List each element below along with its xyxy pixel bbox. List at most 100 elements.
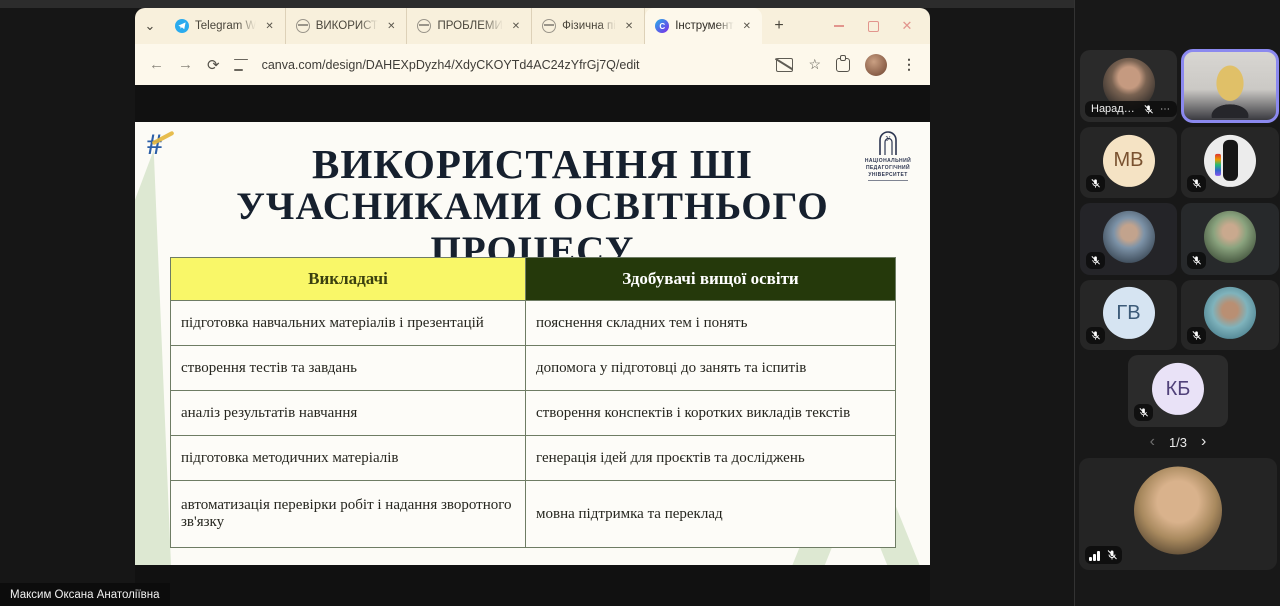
avatar-initials: МВ xyxy=(1103,134,1155,186)
mic-off-icon xyxy=(1106,549,1118,561)
tab-problemy[interactable]: ПРОБЛЕМИ ✕ xyxy=(407,8,532,44)
close-window-button[interactable]: ✕ xyxy=(900,19,914,33)
tab-label: Фізична пі xyxy=(562,20,616,32)
prev-page-icon[interactable]: ‹ xyxy=(1150,433,1155,451)
extensions-icon[interactable] xyxy=(836,58,850,72)
participants-pagination: ‹ 1/3 › xyxy=(1075,430,1280,454)
close-icon[interactable]: ✕ xyxy=(622,19,636,34)
avatar-initials: ГВ xyxy=(1103,287,1155,339)
participant-tile[interactable] xyxy=(1181,127,1279,198)
toolbar-right-icons: ☆ ⋮ xyxy=(776,54,916,76)
browser-window: ⌄ Telegram W ✕ ВИКОРИСТ ✕ ПРОБЛЕМИ ✕ xyxy=(135,8,930,606)
ai-usage-table: Викладачі Здобувачі вищої освіти підгото… xyxy=(170,257,896,548)
tab-telegram[interactable]: Telegram W ✕ xyxy=(165,8,286,44)
participants-panel: Нарадь... ⋯ МВ xyxy=(1074,0,1280,606)
table-row: створення тестів та завдань допомога у п… xyxy=(171,346,896,391)
tab-fizychna[interactable]: Фізична пі ✕ xyxy=(532,8,645,44)
chevron-down-icon: ⌄ xyxy=(145,18,156,34)
mute-indicator xyxy=(1086,175,1105,192)
participant-menu-icon[interactable]: ⋯ xyxy=(1160,104,1171,115)
close-icon[interactable]: ✕ xyxy=(509,19,523,34)
presenter-name: Максим Оксана Анатоліївна xyxy=(10,589,160,601)
close-icon[interactable]: ✕ xyxy=(384,19,398,34)
table-header-students: Здобувачі вищої освіти xyxy=(526,258,896,301)
browser-tab-strip: ⌄ Telegram W ✕ ВИКОРИСТ ✕ ПРОБЛЕМИ ✕ xyxy=(135,8,930,44)
table-cell: створення тестів та завдань xyxy=(171,346,526,391)
table-row: підготовка методичних матеріалів генерац… xyxy=(171,436,896,481)
meeting-screen: ⌄ Telegram W ✕ ВИКОРИСТ ✕ ПРОБЛЕМИ ✕ xyxy=(0,0,1280,606)
table-header-teachers: Викладачі xyxy=(171,258,526,301)
page-icon xyxy=(542,19,556,33)
participant-tile-wide[interactable] xyxy=(1079,458,1277,570)
close-icon[interactable]: ✕ xyxy=(262,19,276,34)
avatar xyxy=(1204,211,1256,263)
connection-signal-icon xyxy=(1089,550,1100,561)
tab-search-button[interactable]: ⌄ xyxy=(135,12,165,40)
maximize-button[interactable] xyxy=(866,19,880,33)
table-cell: генерація ідей для проєктів та досліджен… xyxy=(526,436,896,481)
participant-name: Нарадь... xyxy=(1091,103,1137,115)
forward-button[interactable]: → xyxy=(178,56,193,73)
bookmark-star-icon[interactable]: ☆ xyxy=(808,56,821,73)
mic-off-icon xyxy=(1090,255,1101,266)
screen-share-off-icon[interactable] xyxy=(776,58,793,72)
table-row: аналіз результатів навчання створення ко… xyxy=(171,391,896,436)
svg-text:У: У xyxy=(886,135,891,143)
site-info-icon[interactable] xyxy=(234,59,248,71)
table-row: автоматизація перевірки робіт і надання … xyxy=(171,481,896,548)
mute-indicator xyxy=(1085,546,1122,564)
canva-editor-canvas: # У НАЦІОНАЛЬНИЙ ПЕДАГОГІЧНИЙ УНІВЕРСИТЕ… xyxy=(135,85,930,606)
participant-name-pill: Нарадь... ⋯ xyxy=(1085,101,1177,117)
back-button[interactable]: ← xyxy=(149,56,164,73)
avatar-initials: КБ xyxy=(1152,363,1204,415)
canva-icon: C xyxy=(655,19,669,33)
tab-instrument-active[interactable]: C Інструмент ✕ xyxy=(645,8,762,44)
page-icon xyxy=(296,19,310,33)
participant-tile[interactable]: Нарадь... ⋯ xyxy=(1080,50,1177,122)
tab-label: ВИКОРИСТ xyxy=(316,20,378,32)
close-icon[interactable]: ✕ xyxy=(740,19,754,34)
next-page-icon[interactable]: › xyxy=(1201,433,1206,451)
reload-button[interactable]: ⟳ xyxy=(207,56,220,74)
participant-tile[interactable] xyxy=(1080,203,1177,275)
new-tab-button[interactable]: + xyxy=(766,13,792,39)
mute-indicator xyxy=(1187,327,1206,344)
mic-off-icon xyxy=(1191,178,1202,189)
mic-off-icon xyxy=(1191,330,1202,341)
shared-screen-top-strip xyxy=(0,0,1074,8)
browser-menu-icon[interactable]: ⋮ xyxy=(902,56,916,73)
page-icon xyxy=(417,19,431,33)
avatar xyxy=(1103,211,1155,263)
participant-tile[interactable]: КБ xyxy=(1128,355,1228,427)
tab-vykoryst[interactable]: ВИКОРИСТ ✕ xyxy=(286,8,408,44)
participant-tile[interactable]: ГВ xyxy=(1080,280,1177,350)
table-cell: автоматизація перевірки робіт і надання … xyxy=(171,481,526,548)
address-bar[interactable]: canva.com/design/DAHEXpDyzh4/XdyCKOYTd4A… xyxy=(262,58,763,72)
table-cell: мовна підтримка та переклад xyxy=(526,481,896,548)
speaker-video xyxy=(1207,60,1253,118)
table-cell: пояснення складних тем і понять xyxy=(526,301,896,346)
mic-off-icon xyxy=(1090,330,1101,341)
mute-indicator xyxy=(1086,327,1105,344)
avatar xyxy=(1134,466,1222,554)
presentation-slide[interactable]: # У НАЦІОНАЛЬНИЙ ПЕДАГОГІЧНИЙ УНІВЕРСИТЕ… xyxy=(135,122,930,565)
table-cell: підготовка методичних матеріалів xyxy=(171,436,526,481)
mic-off-icon xyxy=(1191,255,1202,266)
profile-avatar[interactable] xyxy=(865,54,887,76)
active-speaker-tile[interactable] xyxy=(1181,49,1279,123)
minimize-button[interactable] xyxy=(832,19,846,33)
participant-tile[interactable] xyxy=(1181,203,1279,275)
table-cell: підготовка навчальних матеріалів і презе… xyxy=(171,301,526,346)
table-cell: створення конспектів і коротких викладів… xyxy=(526,391,896,436)
mic-off-icon xyxy=(1143,104,1154,115)
window-controls: ✕ xyxy=(832,19,930,33)
participant-tile[interactable] xyxy=(1181,280,1279,350)
slide-title-line1: ВИКОРИСТАННЯ ШІ xyxy=(165,144,900,185)
browser-toolbar: ← → ⟳ canva.com/design/DAHEXpDyzh4/XdyCK… xyxy=(135,44,930,85)
page-indicator: 1/3 xyxy=(1169,435,1187,450)
tab-label: Інструмент xyxy=(675,20,733,32)
avatar xyxy=(1204,287,1256,339)
presenter-name-label: Максим Оксана Анатоліївна xyxy=(0,583,170,606)
mute-indicator xyxy=(1134,404,1153,421)
participant-tile[interactable]: МВ xyxy=(1080,127,1177,198)
